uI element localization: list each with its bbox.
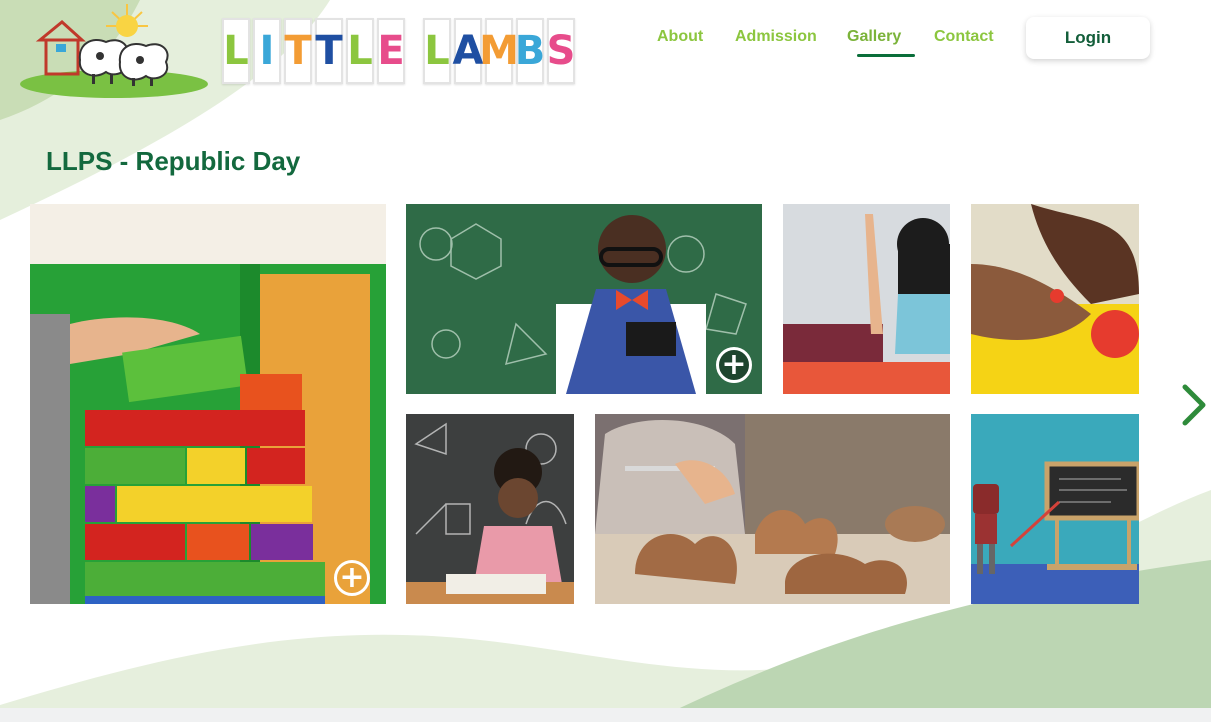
gallery-image-robot-board[interactable] bbox=[971, 414, 1139, 604]
brand-letter: E bbox=[377, 18, 405, 84]
brand-letter: L bbox=[222, 18, 250, 84]
brand-letter: A bbox=[453, 18, 483, 84]
brand-letter: T bbox=[284, 18, 312, 84]
brand-letter: B bbox=[515, 18, 545, 84]
gallery-image-blocks[interactable]: + bbox=[30, 204, 386, 604]
plus-circle-icon[interactable]: + bbox=[334, 560, 370, 596]
login-button[interactable]: Login bbox=[1026, 17, 1150, 59]
nav-active-underline bbox=[857, 54, 915, 57]
brand-letter: S bbox=[547, 18, 575, 84]
nav-link-contact[interactable]: Contact bbox=[934, 28, 994, 46]
gallery-image-clay-hands[interactable] bbox=[971, 204, 1139, 394]
brand-letter: M bbox=[479, 18, 519, 84]
brand-wordmark[interactable]: L I T T L E L A M B S bbox=[222, 18, 575, 84]
brand-letter: L bbox=[423, 18, 451, 84]
gallery-image-girl-math-board[interactable] bbox=[406, 414, 574, 604]
nav-link-about[interactable]: About bbox=[657, 28, 703, 46]
brand-letter: L bbox=[346, 18, 374, 84]
gallery-image-clay-animals[interactable] bbox=[595, 414, 950, 604]
chevron-right-icon[interactable] bbox=[1178, 382, 1208, 428]
brand-letter: T bbox=[315, 18, 343, 84]
lambs-logo-icon[interactable] bbox=[16, 0, 212, 100]
footer-strip bbox=[0, 708, 1211, 722]
page-title: LLPS - Republic Day bbox=[46, 146, 301, 176]
gallery-image-boy-chalkboard[interactable]: + bbox=[406, 204, 762, 394]
brand-letter: I bbox=[253, 18, 281, 84]
gallery-image-girl-craft[interactable] bbox=[783, 204, 950, 394]
nav-link-gallery[interactable]: Gallery bbox=[847, 28, 901, 46]
plus-circle-icon[interactable]: + bbox=[716, 347, 752, 383]
nav-link-admission[interactable]: Admission bbox=[735, 28, 817, 46]
